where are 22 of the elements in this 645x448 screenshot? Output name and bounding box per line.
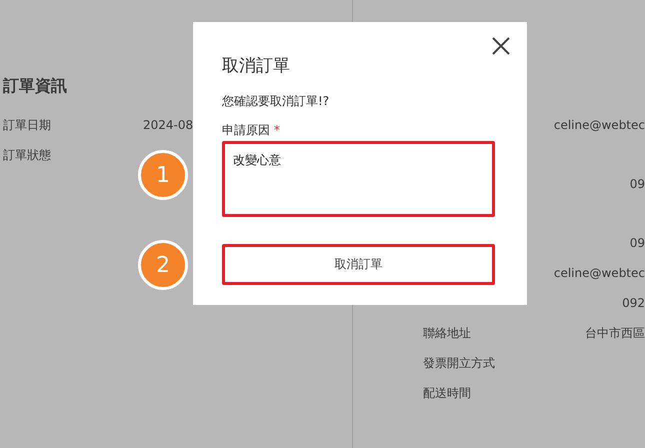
field-value: 2024-08: [143, 118, 194, 132]
close-icon[interactable]: [491, 36, 511, 56]
required-mark: *: [274, 123, 280, 137]
dialog-message: 您確認要取消訂單!?: [222, 93, 330, 110]
field-label: 申請原因: [222, 123, 270, 137]
field-label: 訂單狀態: [3, 146, 52, 164]
step-marker: 2: [138, 240, 188, 290]
cancel-order-button[interactable]: 取消訂單: [222, 244, 495, 285]
field-label: 訂單日期: [3, 116, 52, 134]
field-label: 聯絡地址: [423, 326, 471, 340]
field-value: 台中市西區: [585, 324, 645, 342]
field-value: 092: [622, 296, 645, 310]
field-label: 發票開立方式: [423, 356, 495, 370]
reason-field[interactable]: 改變心意: [222, 141, 495, 217]
step-marker: 1: [138, 150, 188, 200]
field-value: 09: [630, 177, 645, 191]
dialog-title: 取消訂單: [222, 55, 291, 77]
field-value: celine@webtec: [554, 266, 645, 280]
field-label: 配送時間: [423, 386, 471, 400]
section-title: 訂單資訊: [3, 76, 68, 97]
field-value: celine@webtec: [554, 118, 645, 132]
field-value: 09: [630, 236, 645, 250]
